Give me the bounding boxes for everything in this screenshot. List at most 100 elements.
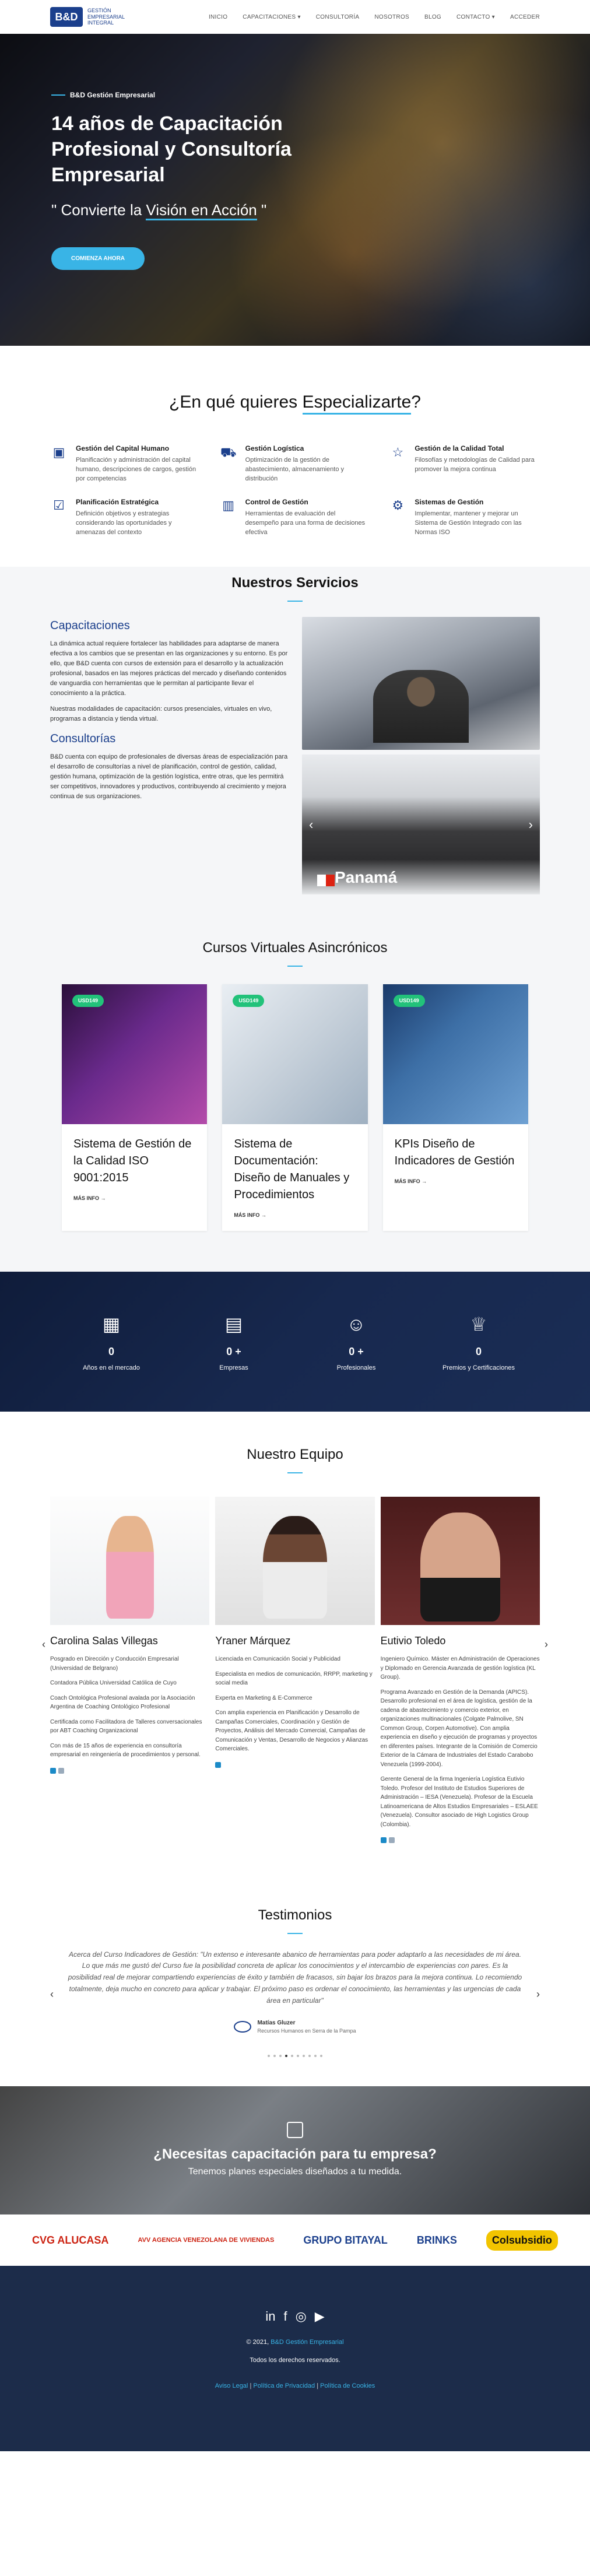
hero-section: B&D Gestión Empresarial 14 años de Capac…	[0, 34, 590, 346]
site-logo[interactable]: B&D GESTIÓN EMPRESARIAL INTEGRAL	[50, 7, 125, 27]
testimonial-prev-icon[interactable]: ‹	[50, 1987, 54, 2002]
spec-item[interactable]: ⚙ Sistemas de Gestión Implementar, mantene…	[389, 497, 540, 538]
capacitaciones-modes: Nuestras modalidades de capacitación: cu…	[50, 705, 272, 722]
spec-item[interactable]: ▣ Gestión del Capital Humano Planificación…	[50, 443, 201, 484]
member-photo	[50, 1497, 210, 1626]
testimonial-dot[interactable]	[279, 2055, 282, 2058]
site-header: B&D GESTIÓN EMPRESARIAL INTEGRAL INICIO CA…	[0, 0, 590, 34]
linkedin-icon[interactable]	[380, 1837, 387, 1844]
privacy-policy-link[interactable]: Política de Privacidad	[253, 2382, 315, 2389]
testimonial-dot[interactable]	[303, 2055, 305, 2058]
spec-item[interactable]: ☆ Gestión de la Calidad Total Filosofías y…	[389, 443, 540, 484]
training-photo	[301, 616, 540, 750]
testimonial-dot[interactable]	[268, 2055, 270, 2058]
legal-notice-link[interactable]: Aviso Legal	[215, 2382, 248, 2389]
testimonial-dot[interactable]	[314, 2055, 317, 2058]
price-badge: USD149	[393, 994, 425, 1008]
social-links: in f ◎ ▶	[0, 2307, 590, 2326]
more-info-link[interactable]: MÁS INFO →	[234, 1212, 356, 1220]
main-nav: INICIO CAPACITACIONES ▾ CONSULTORÍA NOSO…	[209, 13, 540, 22]
linkedin-icon[interactable]: in	[265, 2307, 275, 2326]
testimonial-dot[interactable]	[297, 2055, 299, 2058]
documents-image: USD149	[222, 984, 368, 1124]
consultorias-text: B&D cuenta con equipo de profesionales d…	[50, 753, 288, 801]
member-photo	[380, 1497, 540, 1626]
stat-companies: ▤ 0 + Empresas	[173, 1310, 295, 1373]
more-info-link[interactable]: MÁS INFO →	[395, 1178, 517, 1186]
course-card[interactable]: USD149 Sistema de Documentación: Diseño …	[222, 984, 368, 1231]
email-icon[interactable]	[58, 1767, 64, 1774]
stat-years: ▦ 0 Años en el mercado	[50, 1310, 173, 1373]
cookie-policy-link[interactable]: Política de Cookies	[320, 2382, 375, 2389]
trophy-icon: ♕	[470, 1314, 487, 1335]
team-member: Carolina Salas Villegas Posgrado en Dire…	[50, 1497, 210, 1847]
cta-section[interactable]: ¿Necesitas capacitación para tu empresa?…	[0, 2086, 590, 2215]
linkedin-icon[interactable]	[215, 1761, 222, 1768]
testimonial-dot[interactable]	[308, 2055, 311, 2058]
testimonial-author: Matías Gluzer Recursos Humanos en Serra d…	[50, 2019, 540, 2035]
nav-nosotros[interactable]: NOSOTROS	[374, 13, 409, 22]
course-card[interactable]: USD149 KPIs Diseño de Indicadores de Ges…	[382, 984, 528, 1231]
panama-carousel[interactable]: ‹ › Panamá	[301, 754, 540, 894]
site-footer: in f ◎ ▶ © 2021, B&D Gestión Empresarial…	[0, 2266, 590, 2452]
client-logo: Colsubsidio	[486, 2230, 558, 2251]
stat-professionals: ☺ 0 + Profesionales	[295, 1310, 417, 1373]
rights-text: Todos los derechos reservados.	[250, 2356, 340, 2364]
stat-awards: ♕ 0 Premios y Certificaciones	[417, 1310, 540, 1373]
course-card[interactable]: USD149 Sistema de Gestión de la Calidad …	[62, 984, 208, 1231]
capacitaciones-text: La dinámica actual requiere fortalecer l…	[50, 640, 288, 697]
nav-capacitaciones[interactable]: CAPACITACIONES ▾	[243, 13, 300, 22]
nav-inicio[interactable]: INICIO	[209, 13, 227, 22]
price-badge: USD149	[233, 994, 265, 1008]
spec-item[interactable]: ☑ Planificación Estratégica Definición obj…	[50, 497, 201, 538]
briefcase-icon	[287, 2122, 303, 2139]
nav-consultoria[interactable]: CONSULTORÍA	[316, 13, 360, 22]
spec-item[interactable]: ⛟ Gestión Logística Optimización de la ges…	[220, 443, 371, 484]
carousel-prev-icon[interactable]: ‹	[309, 815, 313, 834]
stats-section: ▦ 0 Años en el mercado ▤ 0 + Empresas ☺ 0 + Pr…	[0, 1272, 590, 1412]
carousel-next-icon[interactable]: ›	[529, 815, 533, 834]
nav-contacto[interactable]: CONTACTO ▾	[456, 13, 495, 22]
price-badge: USD149	[72, 994, 104, 1008]
testimonials-title: Testimonios	[50, 1905, 540, 1934]
company-logo-icon	[234, 2020, 252, 2033]
youtube-icon[interactable]: ▶	[315, 2307, 325, 2326]
brand-link[interactable]: B&D Gestión Empresarial	[271, 2339, 343, 2346]
more-info-link[interactable]: MÁS INFO →	[73, 1195, 195, 1203]
nav-blog[interactable]: BLOG	[424, 13, 441, 22]
panama-flag-icon	[317, 874, 335, 886]
nav-acceder[interactable]: ACCEDER	[510, 13, 540, 22]
testimonial-next-icon[interactable]: ›	[536, 1987, 540, 2002]
testimonial-dot[interactable]	[285, 2055, 287, 2058]
truck-icon: ⛟	[220, 444, 237, 459]
email-icon[interactable]	[388, 1837, 395, 1844]
testimonial-dot[interactable]	[291, 2055, 293, 2058]
client-logo: CVG ALUCASA	[32, 2234, 109, 2246]
chart-icon: ▥	[222, 498, 235, 513]
linkedin-icon[interactable]	[50, 1767, 56, 1774]
services-title: Nuestros Servicios	[50, 573, 540, 602]
spec-item[interactable]: ▥ Control de Gestión Herramientas de evalu…	[220, 497, 371, 538]
specialize-grid: ▣ Gestión del Capital Humano Planificación…	[50, 443, 540, 538]
testimonial-dot[interactable]	[273, 2055, 276, 2058]
carousel-caption: Panamá	[334, 868, 398, 886]
team-member: Eutivio Toledo Ingeniero Químico. Máster…	[380, 1497, 540, 1847]
testimonial-dot[interactable]	[320, 2055, 322, 2058]
specialize-section: ¿En qué quieres Especializarte? ▣ Gestión…	[0, 346, 590, 567]
team-next-icon[interactable]: ›	[545, 1637, 548, 1652]
facebook-icon[interactable]: f	[283, 2307, 287, 2326]
start-now-button[interactable]: COMIENZA AHORA	[51, 247, 145, 270]
client-logo: GRUPO BITAYAL	[303, 2234, 388, 2246]
instagram-icon[interactable]: ◎	[296, 2307, 307, 2326]
logo-mark: B&D	[50, 7, 83, 27]
star-icon: ☆	[392, 444, 404, 459]
gear-icon: ⚙	[392, 498, 404, 513]
iso-9001-image: USD149	[62, 984, 208, 1124]
testimonial-text: Acerca del Curso Indicadores de Gestión:…	[68, 1950, 522, 2005]
team-prev-icon[interactable]: ‹	[42, 1637, 45, 1652]
testimonial-dots[interactable]	[50, 2055, 540, 2058]
team-title: Nuestro Equipo	[50, 1444, 540, 1473]
hero-tag: B&D Gestión Empresarial	[51, 90, 590, 100]
checklist-icon: ☑	[53, 498, 65, 513]
legal-links: Aviso Legal | Política de Privacidad | P…	[215, 2382, 375, 2390]
